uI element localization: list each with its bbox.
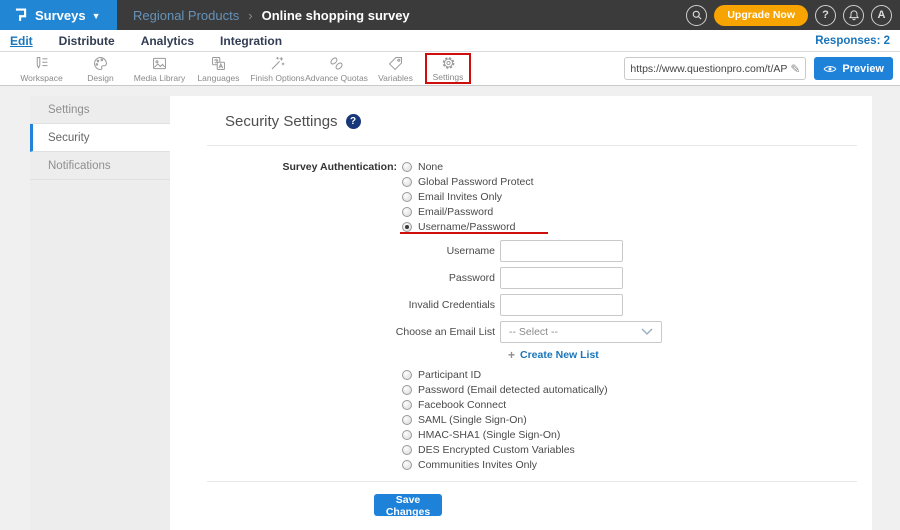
survey-title: Online shopping survey — [261, 7, 410, 23]
radio-icon[interactable] — [402, 444, 412, 455]
tab-analytics[interactable]: Analytics — [141, 34, 194, 48]
survey-authentication-label: Survey Authentication: — [282, 161, 397, 173]
password-label: Password — [448, 271, 495, 284]
finish-options-icon — [271, 56, 285, 69]
radio-option-participant-id[interactable]: Participant ID — [402, 368, 662, 383]
responses-count[interactable]: Responses: 2 — [815, 30, 890, 52]
security-form: Survey Authentication: None Global Passw… — [225, 160, 662, 472]
survey-url-box: ✎ — [624, 57, 807, 80]
toolbar-item-variables[interactable]: Variables — [366, 53, 425, 85]
radio-option-facebook-connect[interactable]: Facebook Connect — [402, 398, 662, 413]
chevron-down-icon — [641, 328, 653, 335]
settings-icon — [442, 57, 454, 69]
radio-option-global-password[interactable]: Global Password Protect — [402, 175, 534, 190]
username-label: Username — [446, 244, 495, 257]
plus-icon: + — [508, 347, 516, 362]
save-changes-button[interactable]: Save Changes — [374, 494, 442, 518]
radio-icon[interactable] — [402, 206, 412, 217]
toolbar-item-languages[interactable]: Languages — [189, 53, 248, 85]
divider — [207, 145, 857, 146]
help-icon[interactable]: ? — [345, 114, 361, 129]
tab-edit[interactable]: Edit — [10, 34, 33, 48]
notifications-button[interactable] — [843, 4, 864, 26]
page-title: Security Settings — [225, 113, 338, 130]
radio-icon[interactable] — [402, 162, 412, 173]
preview-button[interactable]: Preview — [814, 57, 893, 80]
survey-url-input[interactable] — [630, 62, 788, 75]
radio-option-email-invites[interactable]: Email Invites Only — [402, 190, 534, 205]
toolbar-item-finish-options[interactable]: Finish Options — [248, 53, 307, 85]
radio-icon[interactable] — [402, 459, 412, 470]
sidebar-item-security[interactable]: Security — [30, 124, 170, 152]
radio-option-email-password[interactable]: Email/Password — [402, 204, 534, 219]
help-button[interactable]: ? — [815, 4, 836, 26]
tab-integration[interactable]: Integration — [220, 34, 282, 48]
edit-url-icon[interactable]: ✎ — [790, 62, 800, 76]
radio-icon[interactable] — [402, 385, 412, 396]
annotation-underline — [400, 232, 548, 235]
design-icon — [94, 56, 107, 70]
upgrade-now-button[interactable]: Upgrade Now — [714, 4, 808, 26]
search-icon — [692, 10, 702, 20]
radio-icon[interactable] — [402, 415, 412, 426]
workspace-icon — [36, 56, 48, 69]
settings-sidebar: Settings Security Notifications — [30, 96, 170, 530]
surveys-menu-label: Surveys — [35, 7, 86, 23]
radio-option-none[interactable]: None — [402, 160, 534, 175]
variables-icon — [388, 56, 402, 70]
media-library-icon — [153, 57, 166, 69]
radio-icon[interactable] — [402, 400, 412, 411]
eye-icon — [823, 65, 837, 72]
invalid-credentials-field[interactable] — [500, 293, 623, 316]
auth-options: None Global Password Protect Email Invit… — [400, 160, 548, 235]
languages-icon — [212, 56, 225, 70]
toolbar-item-workspace[interactable]: Workspace — [12, 53, 71, 85]
create-new-list-link[interactable]: Create New List — [520, 349, 599, 361]
toolbar: Workspace Design Media Library Languages… — [0, 52, 900, 86]
topbar-actions: Upgrade Now ? A — [686, 4, 892, 26]
sidebar-item-notifications[interactable]: Notifications — [30, 152, 170, 180]
security-settings-panel: Security Settings ? Survey Authenticatio… — [170, 96, 872, 530]
radio-option-des-encrypted[interactable]: DES Encrypted Custom Variables — [402, 442, 662, 457]
password-field[interactable] — [500, 266, 623, 289]
toolbar-item-advance-quotas[interactable]: Advance Quotas — [305, 53, 368, 85]
avatar[interactable]: A — [871, 4, 892, 26]
bell-icon — [848, 10, 859, 21]
questionpro-logo-icon — [13, 6, 28, 24]
radio-icon[interactable] — [402, 177, 412, 188]
radio-option-communities-invites[interactable]: Communities Invites Only — [402, 457, 662, 472]
breadcrumb: Regional Products › Online shopping surv… — [133, 8, 410, 23]
surveys-menu-button[interactable]: Surveys ▼ — [0, 0, 117, 30]
radio-icon[interactable] — [402, 429, 412, 440]
tabbar: Edit Distribute Analytics Integration Re… — [0, 30, 900, 52]
search-button[interactable] — [686, 4, 708, 26]
radio-icon[interactable] — [402, 191, 412, 202]
email-list-select[interactable]: -- Select -- — [500, 320, 662, 343]
extra-auth-options: Participant ID Password (Email detected … — [402, 368, 662, 472]
email-list-label: Choose an Email List — [395, 325, 495, 338]
invalid-credentials-label: Invalid Credentials — [408, 298, 495, 311]
divider — [207, 481, 857, 482]
breadcrumb-separator-icon: › — [248, 7, 253, 23]
chevron-down-icon: ▼ — [91, 10, 101, 21]
radio-option-password-email-detected[interactable]: Password (Email detected automatically) — [402, 383, 662, 398]
sidebar-item-settings[interactable]: Settings — [30, 96, 170, 124]
breadcrumb-folder[interactable]: Regional Products — [133, 8, 239, 23]
username-field[interactable] — [500, 239, 623, 262]
toolbar-item-settings[interactable]: Settings — [425, 53, 471, 84]
radio-option-username-password[interactable]: Username/Password — [400, 219, 548, 235]
topbar: Surveys ▼ Regional Products › Online sho… — [0, 0, 900, 30]
radio-checked-icon[interactable] — [402, 221, 412, 232]
advance-quotas-icon — [330, 56, 343, 70]
tab-distribute[interactable]: Distribute — [59, 34, 115, 48]
radio-option-saml[interactable]: SAML (Single Sign-On) — [402, 413, 662, 428]
radio-icon[interactable] — [402, 370, 412, 381]
toolbar-item-media-library[interactable]: Media Library — [130, 53, 189, 85]
toolbar-item-design[interactable]: Design — [71, 53, 130, 85]
radio-option-hmac-sha1[interactable]: HMAC-SHA1 (Single Sign-On) — [402, 428, 662, 443]
